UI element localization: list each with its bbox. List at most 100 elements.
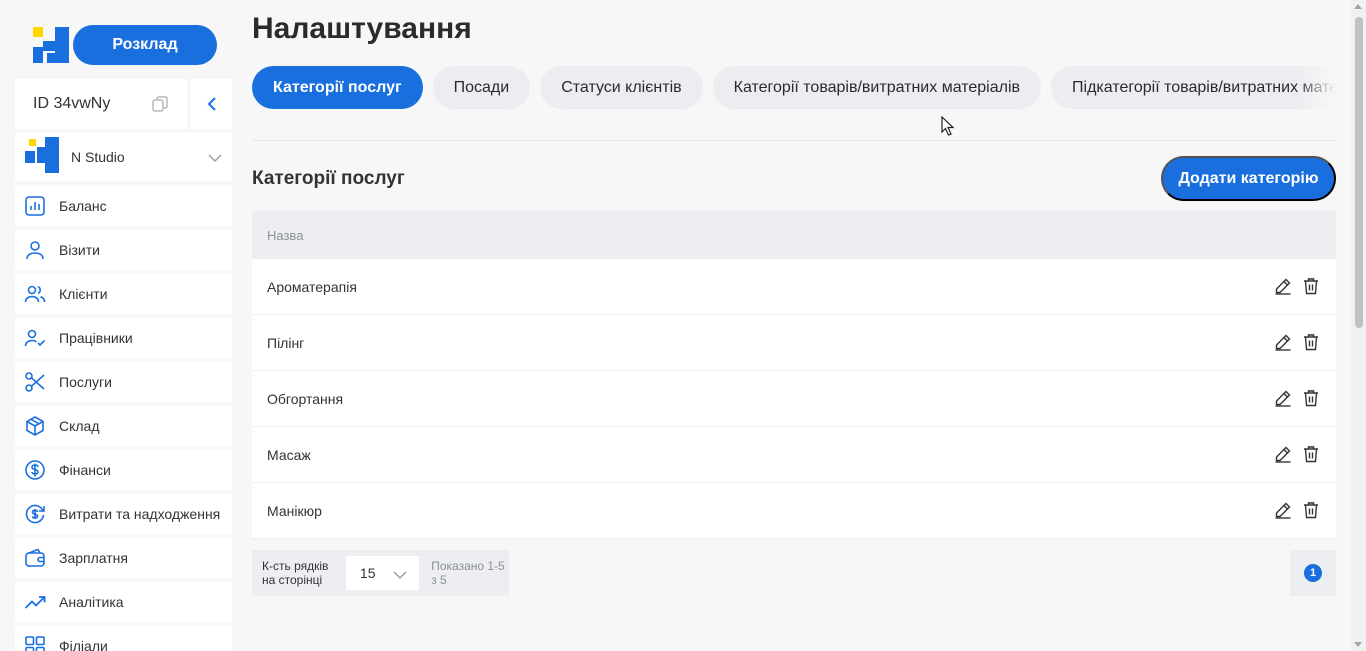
sidebar-item-label: Витрати та надходження <box>59 506 221 522</box>
column-header-name: Назва <box>267 227 304 243</box>
app-logo[interactable] <box>33 27 69 63</box>
studio-selector[interactable]: N Studio <box>15 133 232 181</box>
category-name: Манікюр <box>267 502 322 519</box>
edit-icon[interactable] <box>1274 501 1292 522</box>
user-check-icon <box>24 329 46 347</box>
add-category-button[interactable]: Додати категорію <box>1161 156 1336 201</box>
sidebar-item-finance[interactable]: Фінанси <box>15 450 232 490</box>
sidebar-item-analytics[interactable]: Аналітика <box>15 582 232 622</box>
box-icon <box>26 416 44 436</box>
sidebar-item-expenses-income[interactable]: Витрати та надходження <box>15 494 232 534</box>
sidebar-item-balance[interactable]: Баланс <box>15 186 232 226</box>
table-row: Масаж <box>252 427 1336 483</box>
chevron-down-icon <box>393 567 407 583</box>
mouse-cursor-icon <box>941 115 955 141</box>
sidebar-item-employees[interactable]: Працівники <box>15 318 232 358</box>
account-id: ID 34vwNy <box>33 95 111 112</box>
id-row: ID 34vwNy <box>15 79 232 129</box>
scroll-down-arrow-icon[interactable] <box>1354 642 1362 647</box>
account-id-box: ID 34vwNy <box>15 79 187 129</box>
tabs-scroll-fade <box>1296 66 1336 109</box>
rows-per-page-value: 15 <box>359 565 376 581</box>
logo-row: Розклад <box>15 15 232 75</box>
row-actions <box>1274 389 1320 410</box>
page-scrollbar[interactable] <box>1351 0 1366 651</box>
edit-icon[interactable] <box>1274 277 1292 298</box>
chevron-down-icon <box>208 150 222 168</box>
sidebar-item-warehouse[interactable]: Склад <box>15 406 232 446</box>
delete-icon[interactable] <box>1302 445 1320 466</box>
users-icon <box>24 285 46 303</box>
section-title: Категорії послуг <box>252 168 405 189</box>
dollar-circle-icon <box>25 460 45 480</box>
delete-icon[interactable] <box>1302 389 1320 410</box>
page-navigation: 1 <box>1290 550 1336 596</box>
scroll-up-arrow-icon[interactable] <box>1354 4 1362 9</box>
sidebar-item-label: Фінанси <box>59 462 111 478</box>
rows-per-page-select[interactable]: 15 <box>345 556 420 590</box>
table-row: Пілінг <box>252 315 1336 371</box>
delete-icon[interactable] <box>1302 501 1320 522</box>
dollar-refresh-icon <box>25 504 45 524</box>
sidebar-item-salary[interactable]: Зарплатня <box>15 538 232 578</box>
sidebar-item-label: Аналітика <box>59 594 124 610</box>
tab-product-subcategories[interactable]: Підкатегорії товарів/витратних матеріалі… <box>1051 66 1336 109</box>
scrollbar-thumb[interactable] <box>1355 17 1363 328</box>
categories-table: Назва Ароматерапія Пілінг Обгортання Мас… <box>252 211 1336 539</box>
user-icon <box>26 241 44 260</box>
category-name: Масаж <box>267 446 311 463</box>
rows-per-page-label: К-сть рядків на сторінці <box>262 559 329 587</box>
sidebar-item-label: Склад <box>59 418 100 434</box>
sidebar-item-label: Візити <box>59 242 100 258</box>
tab-service-categories[interactable]: Категорії послуг <box>252 66 423 109</box>
sidebar-item-label: Працівники <box>59 330 133 346</box>
scissors-icon <box>25 372 45 392</box>
category-name: Пілінг <box>267 334 305 351</box>
shown-range-text: Показано 1-5 з 5 <box>431 559 505 587</box>
table-header: Назва <box>252 211 1336 259</box>
table-row: Ароматерапія <box>252 259 1336 315</box>
sidebar-item-clients[interactable]: Клієнти <box>15 274 232 314</box>
copy-icon[interactable] <box>151 95 169 118</box>
page-title: Налаштування <box>252 12 472 45</box>
trend-up-icon <box>24 596 46 609</box>
edit-icon[interactable] <box>1274 445 1292 466</box>
category-name: Обгортання <box>267 390 344 407</box>
sidebar-item-visits[interactable]: Візити <box>15 230 232 270</box>
tab-product-categories[interactable]: Категорії товарів/витратних матеріалів <box>712 66 1042 109</box>
tab-positions[interactable]: Посади <box>432 66 531 109</box>
sidebar-item-branches[interactable]: Філіали <box>15 626 232 651</box>
delete-icon[interactable] <box>1302 333 1320 354</box>
pagination-controls: К-сть рядків на сторінці 15 Показано 1-5… <box>252 550 509 596</box>
sidebar: Розклад ID 34vwNy N Studio Баланс Візити… <box>15 15 232 651</box>
divider <box>252 140 1336 141</box>
page-button-current[interactable]: 1 <box>1304 564 1322 582</box>
wallet-icon <box>25 548 45 567</box>
sidebar-item-label: Послуги <box>59 374 112 390</box>
studio-name: N Studio <box>71 149 125 165</box>
row-actions <box>1274 445 1320 466</box>
collapse-sidebar-button[interactable] <box>191 79 232 129</box>
settings-tabs: Категорії послуг Посади Статуси клієнтів… <box>252 66 1336 109</box>
row-actions <box>1274 501 1320 522</box>
delete-icon[interactable] <box>1302 277 1320 298</box>
sidebar-nav: Баланс Візити Клієнти Працівники Послуги… <box>15 186 232 651</box>
edit-icon[interactable] <box>1274 333 1292 354</box>
row-actions <box>1274 333 1320 354</box>
tab-client-statuses[interactable]: Статуси клієнтів <box>540 66 703 109</box>
table-row: Обгортання <box>252 371 1336 427</box>
chart-bars-icon <box>25 196 45 216</box>
sidebar-item-label: Філіали <box>59 638 108 651</box>
sidebar-item-label: Зарплатня <box>59 550 128 566</box>
grid-icon <box>25 636 45 651</box>
row-actions <box>1274 277 1320 298</box>
table-row: Манікюр <box>252 483 1336 539</box>
sidebar-item-services[interactable]: Послуги <box>15 362 232 402</box>
chevron-left-icon <box>207 97 216 111</box>
edit-icon[interactable] <box>1274 389 1292 410</box>
schedule-button[interactable]: Розклад <box>73 25 217 65</box>
sidebar-item-label: Клієнти <box>59 286 108 302</box>
category-name: Ароматерапія <box>267 278 357 295</box>
studio-logo-icon <box>25 136 59 178</box>
sidebar-item-label: Баланс <box>59 198 107 214</box>
